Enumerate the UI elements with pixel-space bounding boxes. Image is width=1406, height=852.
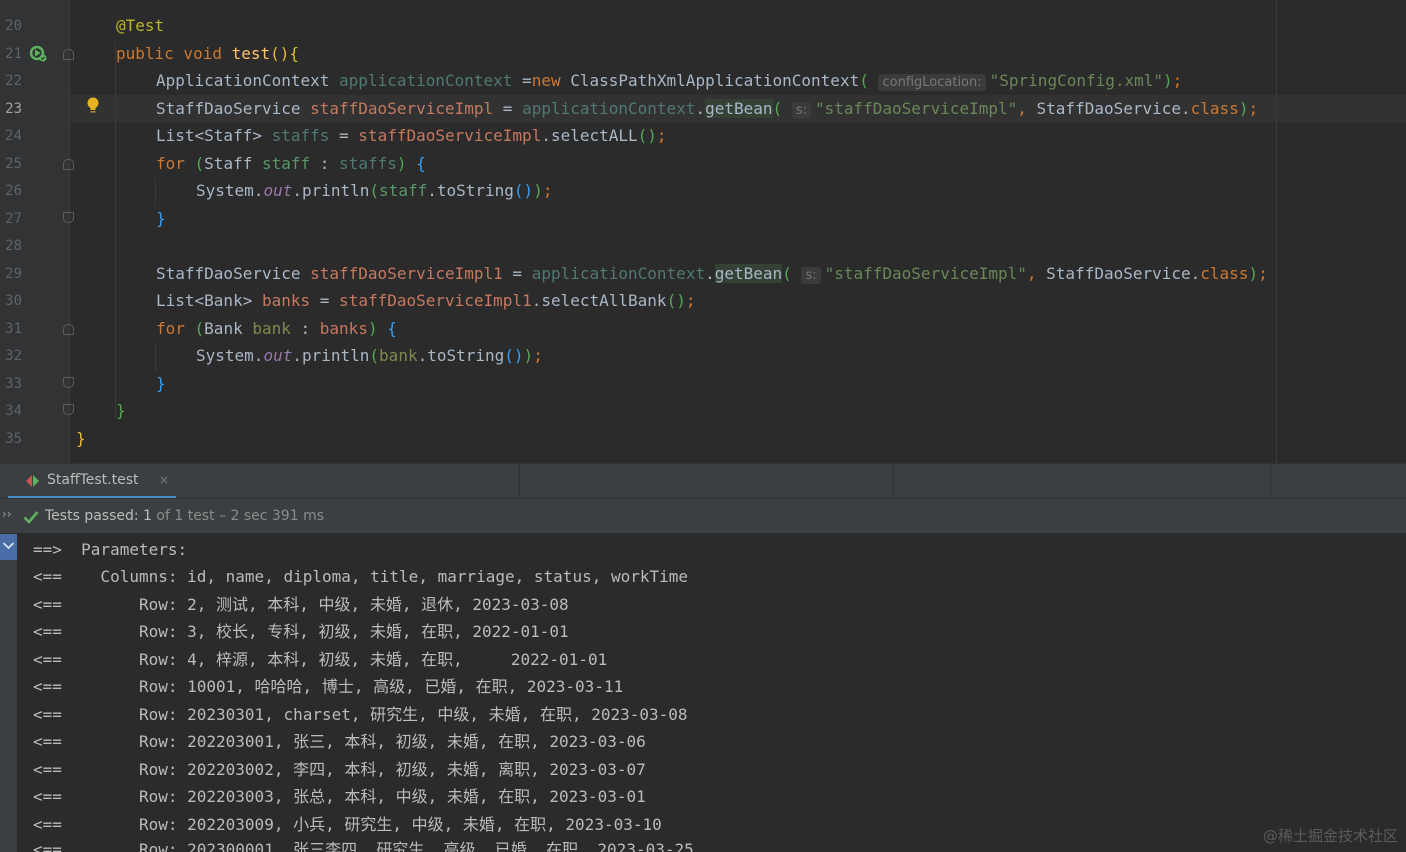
scroll-to-end-button[interactable]	[0, 534, 17, 560]
fold-marker[interactable]	[63, 159, 74, 170]
console-line: <== Row: 2, 测试, 本科, 中级, 未婚, 退休, 2023-03-…	[33, 595, 569, 614]
line-number: 24	[5, 128, 22, 144]
line-number: 34	[5, 403, 22, 419]
editor-gutter: 20 21 22 23 24 25 26 27 28 29 30 31 32 3…	[0, 0, 74, 463]
line-number: 30	[5, 293, 22, 309]
console-line: <== Row: 3, 校长, 专科, 初级, 未婚, 在职, 2022-01-…	[33, 622, 569, 641]
console-line: <== Row: 202203002, 李四, 本科, 初级, 未婚, 离职, …	[33, 760, 646, 779]
console-line: ==> Parameters:	[33, 540, 197, 559]
code-line-31: for (Bank bank : banks) {	[156, 319, 397, 338]
run-tab-label: StaffTest.test	[47, 472, 139, 488]
code-line-33: }	[156, 374, 166, 393]
code-editor[interactable]: 20 21 22 23 24 25 26 27 28 29 30 31 32 3…	[0, 0, 1406, 463]
indent-guide	[115, 42, 116, 418]
test-status-text: Tests passed: 1 of 1 test – 2 sec 391 ms	[45, 508, 324, 524]
console-line: <== Row: 202203001, 张三, 本科, 初级, 未婚, 在职, …	[33, 732, 646, 751]
console-gutter	[0, 534, 17, 852]
code-line-20: @Test	[116, 16, 165, 35]
line-number: 31	[5, 321, 22, 337]
checkmark-icon	[23, 509, 39, 528]
indent-guide	[155, 343, 156, 371]
line-number: 20	[5, 18, 22, 34]
line-number: 32	[5, 348, 22, 364]
code-line-29: StaffDaoService staffDaoServiceImpl1 = a…	[156, 264, 1268, 284]
console-line: <== Row: 20230301, charset, 研究生, 中级, 未婚,…	[33, 705, 688, 724]
line-number: 22	[5, 73, 22, 89]
code-line-32: System.out.println(bank.toString());	[196, 346, 543, 365]
console-line: <== Row: 202203009, 小兵, 研究生, 中级, 未婚, 在职,…	[33, 815, 662, 834]
fold-marker[interactable]	[63, 404, 74, 415]
fold-marker[interactable]	[63, 377, 74, 388]
tests-passed-label: Tests passed: 1	[45, 508, 152, 524]
line-number: 28	[5, 238, 22, 254]
param-hint: configLocation:	[878, 74, 986, 91]
console-line: <== Columns: id, name, diploma, title, m…	[33, 567, 689, 586]
console-output[interactable]: ==> Parameters: <== Columns: id, name, d…	[0, 534, 1406, 852]
indent-guide	[155, 178, 156, 206]
line-number-current: 23	[5, 101, 22, 117]
intention-bulb-icon[interactable]	[86, 96, 100, 118]
run-test-icon[interactable]	[29, 45, 47, 67]
param-hint: s:	[791, 102, 811, 119]
line-number: 29	[5, 266, 22, 282]
console-line: <== Row: 4, 梓源, 本科, 初级, 未婚, 在职, 2022-01-…	[33, 650, 608, 669]
param-hint: s:	[801, 267, 821, 284]
expand-arrows-icon[interactable]: ››	[2, 507, 12, 521]
test-status-bar: ›› Tests passed: 1 of 1 test – 2 sec 391…	[0, 498, 1406, 534]
code-line-25: for (Staff staff : staffs) {	[156, 154, 426, 173]
line-number: 27	[5, 211, 22, 227]
run-tab-stafftest[interactable]: StaffTest.test ×	[8, 464, 176, 499]
console-line: <== Row: 10001, 哈哈哈, 博士, 高级, 已婚, 在职, 202…	[33, 677, 624, 696]
code-line-21: public void test(){	[116, 44, 300, 63]
code-line-27: }	[156, 209, 166, 228]
divider	[1270, 464, 1271, 499]
line-number: 25	[5, 156, 22, 172]
code-line-34: }	[116, 401, 126, 420]
code-line-24: List<Staff> staffs = staffDaoServiceImpl…	[156, 126, 667, 145]
test-status-detail: of 1 test – 2 sec 391 ms	[151, 508, 325, 524]
fold-marker[interactable]	[63, 49, 74, 60]
fold-marker[interactable]	[63, 324, 74, 335]
right-margin-guide	[1276, 0, 1277, 463]
code-line-30: List<Bank> banks = staffDaoServiceImpl1.…	[156, 291, 696, 310]
fold-marker[interactable]	[63, 212, 74, 223]
console-line: <== Row: 202300001, 张三李四, 研究生, 高级, 已婚, 在…	[33, 840, 694, 852]
line-number: 26	[5, 183, 22, 199]
close-icon[interactable]: ×	[159, 473, 169, 487]
watermark: @稀土掘金技术社区	[1262, 827, 1398, 845]
line-number: 21	[5, 46, 22, 62]
code-line-23: StaffDaoService staffDaoServiceImpl = ap…	[156, 99, 1259, 119]
test-config-icon	[25, 473, 41, 493]
run-tool-window-tabs: StaffTest.test ×	[0, 463, 1406, 499]
code-line-26: System.out.println(staff.toString());	[196, 181, 553, 200]
code-line-35: }	[76, 429, 86, 448]
code-line-22: ApplicationContext applicationContext =n…	[156, 71, 1183, 91]
console-line: <== Row: 202203003, 张总, 本科, 中级, 未婚, 在职, …	[33, 787, 646, 806]
divider	[893, 464, 894, 499]
line-number: 35	[5, 431, 22, 447]
divider	[519, 464, 520, 499]
line-number: 33	[5, 376, 22, 392]
